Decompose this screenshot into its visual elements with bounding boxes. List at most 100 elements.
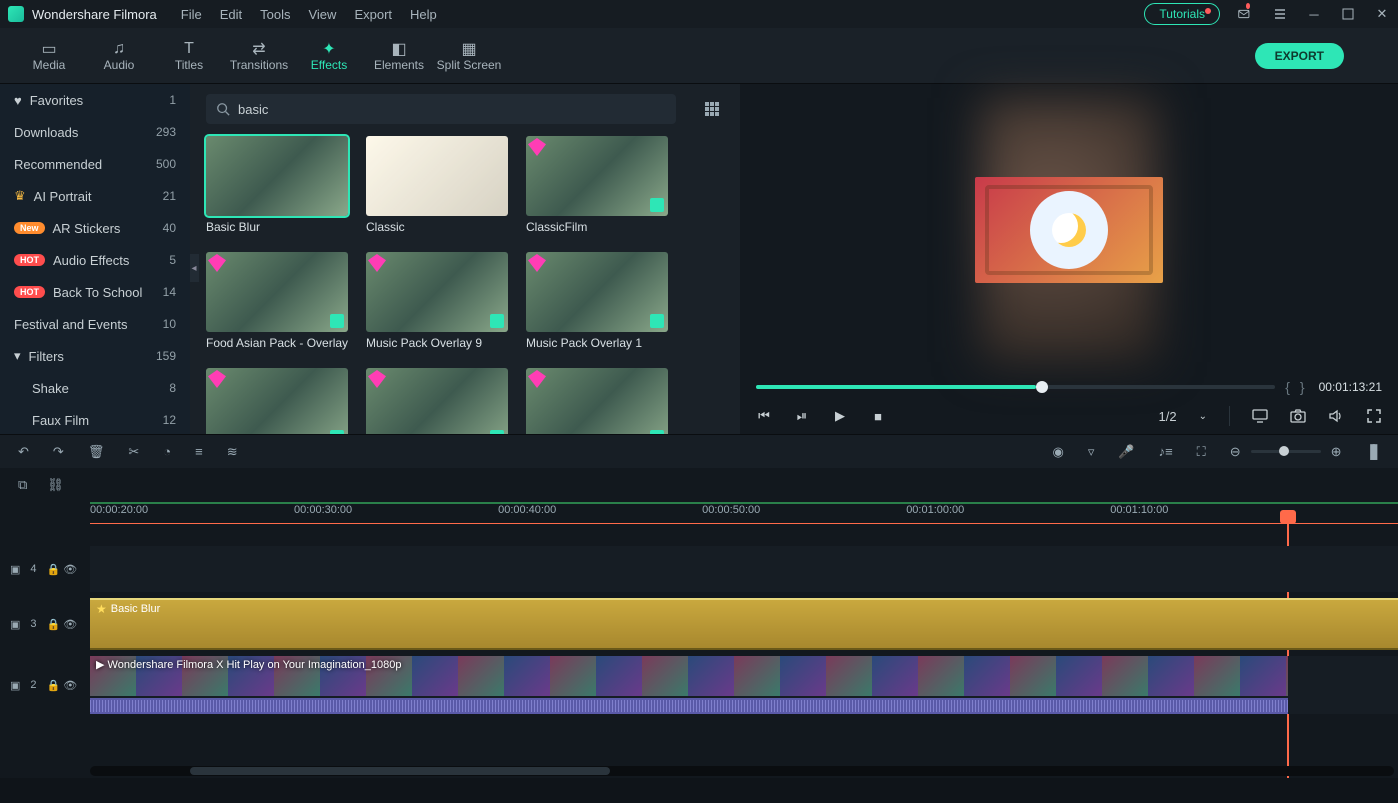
fullscreen-icon[interactable] xyxy=(1366,408,1382,424)
menu-view[interactable]: View xyxy=(308,7,336,22)
clip-audio[interactable] xyxy=(90,698,1288,714)
tab-media[interactable]: ▭Media xyxy=(14,28,84,84)
crop-icon[interactable]: ⛶ xyxy=(1197,444,1206,460)
scrubber-knob[interactable] xyxy=(1036,381,1048,393)
playhead-knob-icon[interactable] xyxy=(1280,510,1296,524)
delete-icon[interactable]: 🗑 xyxy=(88,444,105,460)
undo-icon[interactable]: ↶ xyxy=(18,444,29,460)
track-3[interactable]: ★Basic Blur xyxy=(90,598,1398,650)
sidebar-item[interactable]: ▾Filters159 xyxy=(0,340,190,372)
timeline-scrollbar[interactable] xyxy=(90,766,1394,776)
adjust-icon[interactable]: ≡ xyxy=(195,444,203,459)
list-icon[interactable] xyxy=(1272,6,1288,22)
volume-icon[interactable] xyxy=(1328,408,1344,424)
zoom-out-icon[interactable]: ⊖ xyxy=(1230,444,1241,460)
zoom-slider[interactable] xyxy=(1251,450,1321,453)
download-icon[interactable] xyxy=(490,430,504,434)
tab-elements[interactable]: ◧Elements xyxy=(364,28,434,84)
menu-tools[interactable]: Tools xyxy=(260,7,290,22)
preview-scale[interactable]: 1/2 xyxy=(1159,409,1177,424)
track-4[interactable] xyxy=(90,546,1398,592)
download-icon[interactable] xyxy=(490,314,504,328)
search-input-wrapper[interactable] xyxy=(206,94,676,124)
download-icon[interactable] xyxy=(650,314,664,328)
tab-split-screen[interactable]: ▦Split Screen xyxy=(434,28,504,84)
voiceover-icon[interactable]: 🎤 xyxy=(1118,444,1134,460)
effect-thumbnail[interactable] xyxy=(366,252,508,332)
download-icon[interactable] xyxy=(330,430,344,434)
link-icon[interactable]: ⛓ xyxy=(47,477,64,493)
effect-item[interactable]: ClassicFilm xyxy=(526,136,684,234)
sidebar-item[interactable]: HOTAudio Effects5 xyxy=(0,244,190,276)
minimize-button[interactable]: ─ xyxy=(1306,6,1322,22)
download-icon[interactable] xyxy=(650,198,664,212)
sidebar-item[interactable]: ♛AI Portrait21 xyxy=(0,180,190,212)
sidebar-item[interactable]: Shake8 xyxy=(0,372,190,404)
chevron-down-icon[interactable]: ⌄ xyxy=(1199,411,1207,422)
audio-wave-icon[interactable]: ≋ xyxy=(227,444,238,460)
effect-item[interactable] xyxy=(366,368,524,434)
sidebar-item[interactable]: HOTBack To School14 xyxy=(0,276,190,308)
effect-thumbnail[interactable] xyxy=(206,368,348,434)
export-button[interactable]: EXPORT xyxy=(1255,43,1344,69)
sidebar-item[interactable]: NewAR Stickers40 xyxy=(0,212,190,244)
effect-thumbnail[interactable] xyxy=(526,136,668,216)
download-icon[interactable] xyxy=(650,430,664,434)
track-head-4[interactable]: ▣4 🔒 👁 xyxy=(0,563,90,576)
render-icon[interactable]: ◉ xyxy=(1053,444,1064,460)
effect-item[interactable]: Music Pack Overlay 9 xyxy=(366,252,524,350)
sidebar-item[interactable]: Festival and Events10 xyxy=(0,308,190,340)
menu-export[interactable]: Export xyxy=(354,7,392,22)
sidebar-item[interactable]: Recommended500 xyxy=(0,148,190,180)
effect-thumbnail[interactable] xyxy=(206,136,348,216)
redo-icon[interactable]: ↷ xyxy=(53,444,64,460)
sidebar-item[interactable]: Faux Film12 xyxy=(0,404,190,434)
clip-basic-blur[interactable]: ★Basic Blur xyxy=(90,598,1398,650)
maximize-button[interactable] xyxy=(1340,6,1356,22)
play-button[interactable]: ▶ xyxy=(832,408,848,424)
tab-titles[interactable]: TTitles xyxy=(154,28,224,84)
speed-icon[interactable]: ◔ xyxy=(163,444,171,459)
effect-thumbnail[interactable] xyxy=(366,136,508,216)
track-head-2[interactable]: ▣2 🔒 👁 xyxy=(0,679,90,692)
effect-item[interactable]: Classic xyxy=(366,136,524,234)
stop-button[interactable]: ■ xyxy=(870,408,886,424)
display-icon[interactable] xyxy=(1252,408,1268,424)
download-icon[interactable] xyxy=(330,314,344,328)
tab-effects[interactable]: ✦Effects xyxy=(294,28,364,84)
search-input[interactable] xyxy=(238,102,666,117)
menu-help[interactable]: Help xyxy=(410,7,437,22)
effect-item[interactable]: Basic Blur xyxy=(206,136,364,234)
fit-icon[interactable]: ▐▌ xyxy=(1366,444,1380,459)
collapse-sidebar-button[interactable]: ◂ xyxy=(190,254,199,282)
effect-item[interactable]: Music Pack Overlay 1 xyxy=(526,252,684,350)
effect-thumbnail[interactable] xyxy=(526,252,668,332)
menu-edit[interactable]: Edit xyxy=(220,7,242,22)
sidebar-item[interactable]: Downloads293 xyxy=(0,116,190,148)
step-back-button[interactable]: ⏯ xyxy=(794,408,810,424)
marker-icon[interactable]: ▿ xyxy=(1088,444,1095,460)
effect-thumbnail[interactable] xyxy=(526,368,668,434)
effect-item[interactable] xyxy=(526,368,684,434)
effect-thumbnail[interactable] xyxy=(366,368,508,434)
zoom-in-icon[interactable]: ⊕ xyxy=(1331,444,1342,460)
sidebar-item[interactable]: ♥Favorites1 xyxy=(0,84,190,116)
audio-mixer-icon[interactable]: ♪≡ xyxy=(1159,444,1173,459)
timeline-ruler[interactable]: 00:00:20:0000:00:30:0000:00:40:0000:00:5… xyxy=(90,502,1398,524)
mark-in-icon[interactable]: { xyxy=(1285,379,1290,395)
close-button[interactable]: ✕ xyxy=(1374,6,1390,22)
snapshot-icon[interactable] xyxy=(1290,408,1306,424)
mark-out-icon[interactable]: } xyxy=(1300,379,1305,395)
tab-audio[interactable]: ♫Audio xyxy=(84,28,154,84)
menu-file[interactable]: File xyxy=(181,7,202,22)
effect-thumbnail[interactable] xyxy=(206,252,348,332)
prev-frame-button[interactable]: ⏮ xyxy=(756,408,772,424)
track-2[interactable]: ▶ Wondershare Filmora X Hit Play on Your… xyxy=(90,656,1398,714)
mail-icon[interactable] xyxy=(1238,6,1254,22)
effect-item[interactable]: Food Asian Pack - Overlay xyxy=(206,252,364,350)
view-grid-icon[interactable] xyxy=(704,101,720,117)
tab-transitions[interactable]: ⇄Transitions xyxy=(224,28,294,84)
cut-icon[interactable]: ✂ xyxy=(128,444,139,460)
tutorials-button[interactable]: Tutorials xyxy=(1144,3,1220,25)
preview-scrubber[interactable] xyxy=(756,385,1275,389)
